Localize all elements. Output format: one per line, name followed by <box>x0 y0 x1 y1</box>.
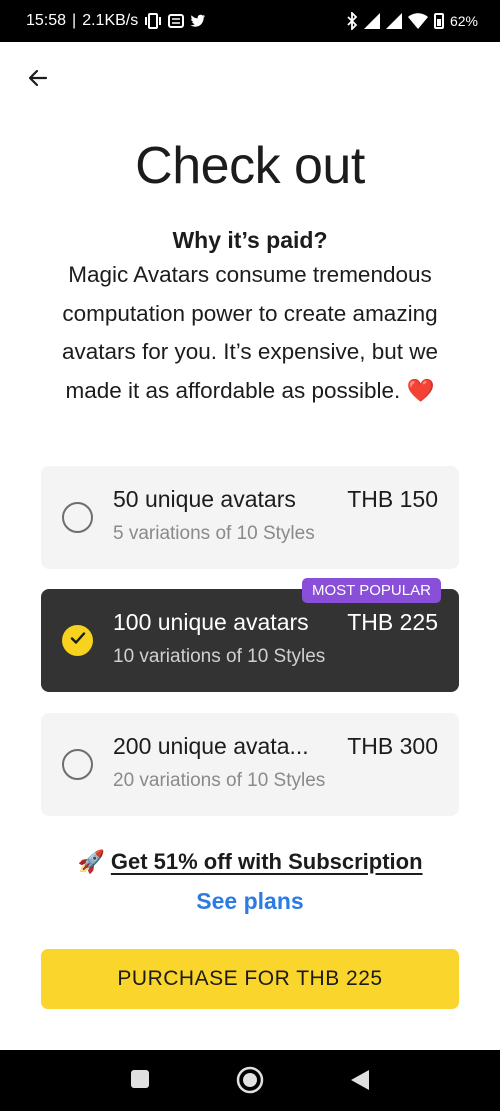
square-icon <box>130 1069 150 1094</box>
back-nav-button[interactable] <box>350 1069 370 1096</box>
rocket-icon: 🚀 <box>77 849 105 874</box>
plan-name: 200 unique avata... <box>113 733 309 759</box>
battery-icon <box>433 13 444 29</box>
triangle-back-icon <box>350 1069 370 1096</box>
plan-name: 100 unique avatars <box>113 609 309 635</box>
status-time: 15:58 <box>26 12 67 29</box>
promo-text: Get 51% off with Subscription <box>110 849 423 874</box>
back-button[interactable] <box>20 62 56 98</box>
vibrate-icon <box>144 13 162 29</box>
see-plans-link[interactable]: See plans <box>0 888 500 915</box>
plan-option-50[interactable]: 50 unique avatars THB 150 5 variations o… <box>41 466 459 569</box>
status-separator: | <box>72 12 77 29</box>
subscription-promo-link[interactable]: 🚀 Get 51% off with Subscription <box>0 849 500 875</box>
plan-variations: 20 variations of 10 Styles <box>113 770 326 791</box>
plan-variations: 5 variations of 10 Styles <box>113 523 315 544</box>
plan-name: 50 unique avatars <box>113 486 296 512</box>
most-popular-badge: MOST POPULAR <box>302 578 441 603</box>
description: Magic Avatars consume tremendous computa… <box>61 262 439 403</box>
home-circle-icon <box>236 1066 264 1099</box>
radio-unselected[interactable] <box>62 502 93 533</box>
arrow-left-icon <box>26 66 50 95</box>
radio-selected[interactable] <box>62 625 93 656</box>
plan-price: THB 300 <box>347 733 438 759</box>
plan-variations: 10 variations of 10 Styles <box>113 646 326 667</box>
battery-level: 62% <box>449 13 478 29</box>
home-button[interactable] <box>236 1066 264 1099</box>
signal-icon-2 <box>385 13 402 29</box>
status-bar: 15:58 | 2.1KB/s 62% <box>0 0 500 42</box>
status-right: 62% <box>346 12 478 30</box>
checkmark-icon <box>70 631 86 650</box>
network-speed: 2.1KB/s <box>82 12 139 29</box>
plan-price: THB 225 <box>347 609 438 635</box>
bluetooth-icon <box>346 12 358 30</box>
navigation-bar <box>0 1050 500 1111</box>
notification-icon <box>168 14 185 28</box>
signal-icon-1 <box>363 13 380 29</box>
page-title: Check out <box>135 137 365 195</box>
radio-unselected[interactable] <box>62 749 93 780</box>
plan-price: THB 150 <box>347 486 438 512</box>
recents-button[interactable] <box>130 1069 150 1094</box>
plan-option-100[interactable]: 100 unique avatars THB 225 10 variations… <box>41 589 459 692</box>
wifi-icon <box>407 13 428 29</box>
purchase-button[interactable]: PURCHASE FOR THB 225 <box>41 949 459 1009</box>
status-left: 15:58 | 2.1KB/s <box>26 12 206 30</box>
twitter-icon <box>190 14 206 28</box>
plan-option-200[interactable]: 200 unique avata... THB 300 20 variation… <box>41 713 459 816</box>
why-heading: Why it’s paid? <box>172 227 328 253</box>
